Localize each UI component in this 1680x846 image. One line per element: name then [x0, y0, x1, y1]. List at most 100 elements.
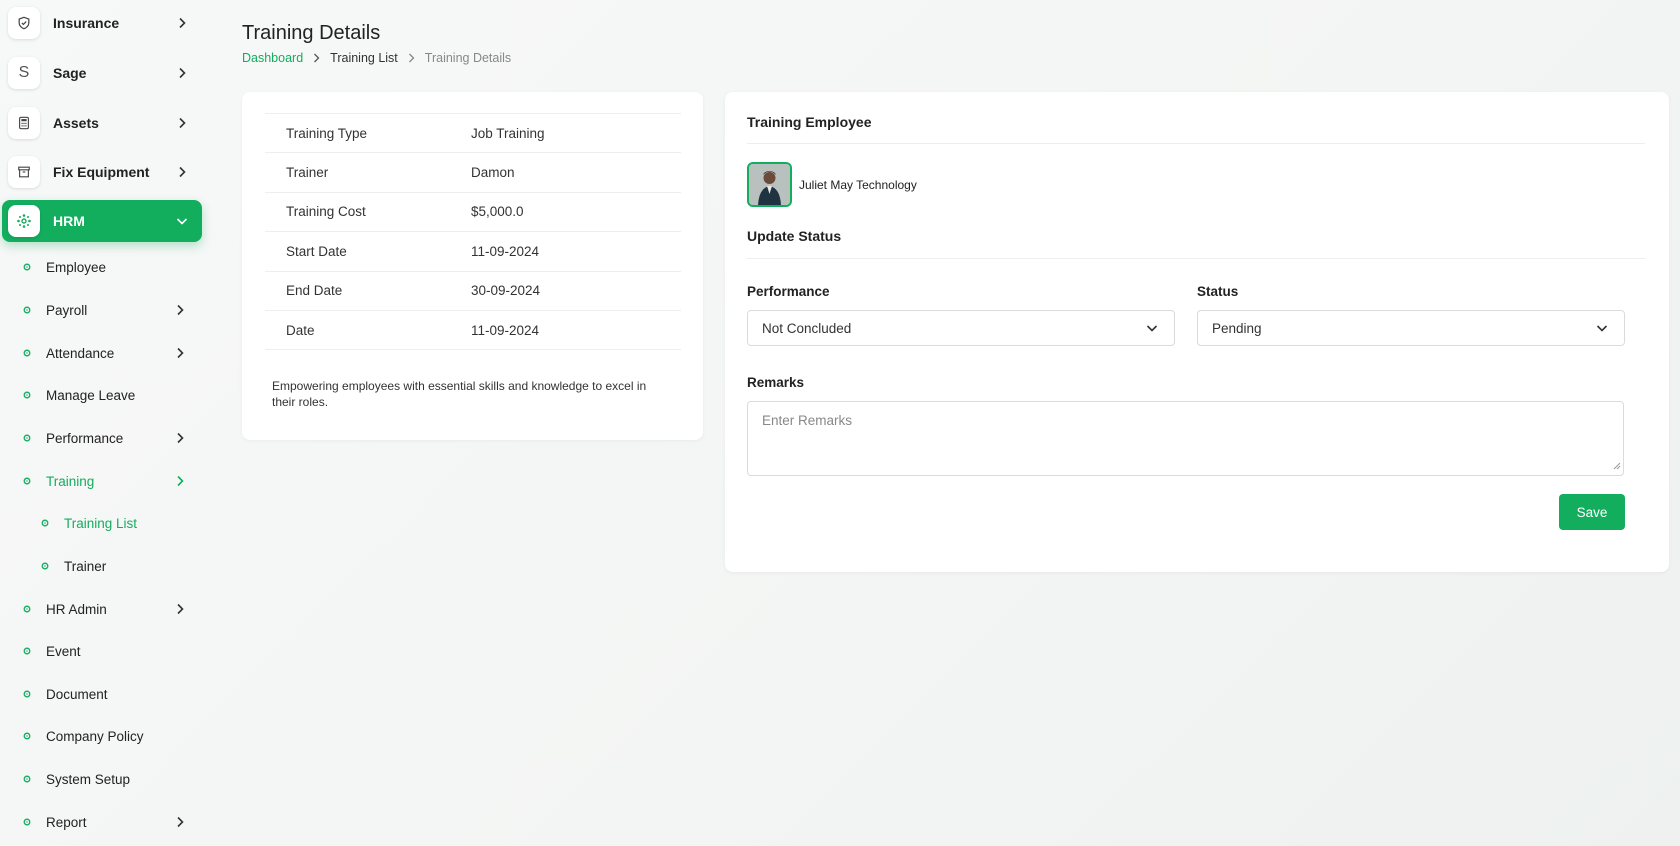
chevron-down-icon [1146, 324, 1162, 332]
detail-label: Date [286, 322, 315, 338]
status-select[interactable]: Pending [1197, 310, 1625, 346]
bullet-icon [22, 817, 40, 827]
page-title: Training Details [242, 22, 381, 44]
sidebar-item-label: Performance [46, 430, 124, 446]
sidebar-item-label: Payroll [46, 302, 88, 318]
sidebar-item-fix-equipment[interactable]: Fix Equipment [8, 151, 202, 193]
sidebar-item-insurance[interactable]: Insurance [8, 2, 202, 44]
employee-entry: Juliet May Technology [747, 162, 917, 207]
training-details-table: Training Type Job Training Trainer Damon… [265, 113, 681, 351]
chevron-right-icon [172, 475, 188, 487]
sidebar-item-document[interactable]: Document [0, 680, 200, 708]
letter-s-icon: S [8, 57, 40, 89]
detail-row: Date 11-09-2024 [265, 311, 681, 351]
chevron-right-icon [174, 166, 190, 178]
update-status-title: Update Status [747, 228, 842, 244]
chevron-down-icon [1596, 324, 1612, 332]
bullet-icon [22, 390, 40, 400]
detail-label: Training Cost [286, 204, 366, 220]
chevron-right-icon [172, 603, 188, 615]
performance-label: Performance [747, 284, 830, 299]
bullet-icon [22, 305, 40, 315]
bullet-icon [22, 433, 40, 443]
sidebar-item-performance[interactable]: Performance [0, 424, 200, 452]
training-employee-card: Training Employee Juliet May Technology … [725, 92, 1669, 572]
detail-label: Start Date [286, 243, 347, 259]
sidebar-item-payroll[interactable]: Payroll [0, 296, 200, 324]
chevron-right-icon [174, 117, 190, 129]
sidebar-item-label: HRM [53, 213, 85, 229]
shield-icon [8, 7, 40, 39]
bullet-icon [40, 518, 58, 528]
sidebar-item-hrm[interactable]: HRM [2, 200, 202, 242]
chevron-right-icon [408, 53, 415, 63]
breadcrumb-current: Training Details [424, 51, 512, 65]
detail-value: 11-09-2024 [471, 322, 540, 338]
sidebar-item-sage[interactable]: S Sage [8, 52, 202, 94]
sidebar-item-training[interactable]: Training [0, 467, 200, 495]
sidebar-item-attendance[interactable]: Attendance [0, 339, 200, 367]
sidebar-item-assets[interactable]: Assets [8, 102, 202, 144]
bullet-icon [22, 476, 40, 486]
status-label: Status [1197, 284, 1239, 299]
bullet-icon [22, 774, 40, 784]
bullet-icon [22, 348, 40, 358]
sidebar-item-employee[interactable]: Employee [0, 253, 200, 281]
chevron-right-icon [174, 17, 190, 29]
sidebar-item-label: Company Policy [46, 728, 144, 744]
sidebar-item-label: Training [46, 473, 95, 489]
sidebar-item-report[interactable]: Report [0, 808, 200, 836]
chevron-right-icon [172, 816, 188, 828]
sidebar-item-label: Trainer [64, 558, 107, 574]
training-details-card: Training Type Job Training Trainer Damon… [242, 92, 703, 440]
chevron-down-icon [174, 217, 190, 225]
sidebar-item-label: Training List [64, 515, 138, 531]
divider [747, 143, 1645, 144]
detail-row: End Date 30-09-2024 [265, 272, 681, 311]
sidebar-item-trainer[interactable]: Trainer [0, 552, 200, 580]
status-select-value: Pending [1212, 320, 1262, 336]
detail-value: Job Training [471, 125, 545, 141]
chevron-right-icon [172, 304, 188, 316]
remarks-label: Remarks [747, 375, 805, 390]
sidebar: Insurance S Sage Assets Fix Equipment HR… [0, 0, 210, 846]
sidebar-item-training-list[interactable]: Training List [0, 509, 200, 537]
employee-name: Juliet May Technology [799, 177, 917, 192]
bullet-icon [22, 262, 40, 272]
sidebar-item-label: Employee [46, 259, 107, 275]
avatar[interactable] [747, 162, 792, 207]
bullet-icon [22, 731, 40, 741]
detail-value: 30-09-2024 [471, 283, 541, 299]
bullet-icon [22, 604, 40, 614]
performance-select-value: Not Concluded [762, 320, 852, 336]
sidebar-item-label: System Setup [46, 771, 131, 787]
sidebar-item-company-policy[interactable]: Company Policy [0, 722, 200, 750]
bullet-icon [22, 689, 40, 699]
bullet-icon [22, 646, 40, 656]
sidebar-item-label: Assets [53, 115, 99, 131]
sidebar-item-label: Sage [53, 65, 87, 81]
breadcrumb-training-list[interactable]: Training List [330, 51, 398, 65]
sidebar-item-event[interactable]: Event [0, 637, 200, 665]
detail-label: Training Type [286, 125, 368, 141]
sidebar-item-label: HR Admin [46, 601, 107, 617]
chevron-right-icon [313, 53, 320, 63]
performance-select[interactable]: Not Concluded [747, 310, 1175, 346]
chevron-right-icon [172, 432, 188, 444]
sidebar-item-manage-leave[interactable]: Manage Leave [0, 381, 200, 409]
sidebar-item-label: Insurance [53, 15, 120, 31]
detail-row: Training Type Job Training [265, 114, 681, 154]
sidebar-item-hr-admin[interactable]: HR Admin [0, 595, 200, 623]
resize-handle-icon[interactable] [1613, 458, 1621, 473]
hrm-hub-icon [8, 205, 40, 237]
sidebar-item-system-setup[interactable]: System Setup [0, 765, 200, 793]
sidebar-item-label: Attendance [46, 345, 115, 361]
save-button[interactable]: Save [1559, 494, 1625, 530]
divider [747, 258, 1645, 259]
training-description: Empowering employees with essential skil… [272, 379, 647, 409]
breadcrumb-dashboard[interactable]: Dashboard [242, 51, 303, 65]
breadcrumb: Dashboard Training List Training Details [242, 51, 511, 65]
detail-row: Trainer Damon [265, 153, 681, 193]
detail-value: Damon [471, 165, 515, 181]
remarks-textarea[interactable]: Enter Remarks [747, 401, 1624, 476]
